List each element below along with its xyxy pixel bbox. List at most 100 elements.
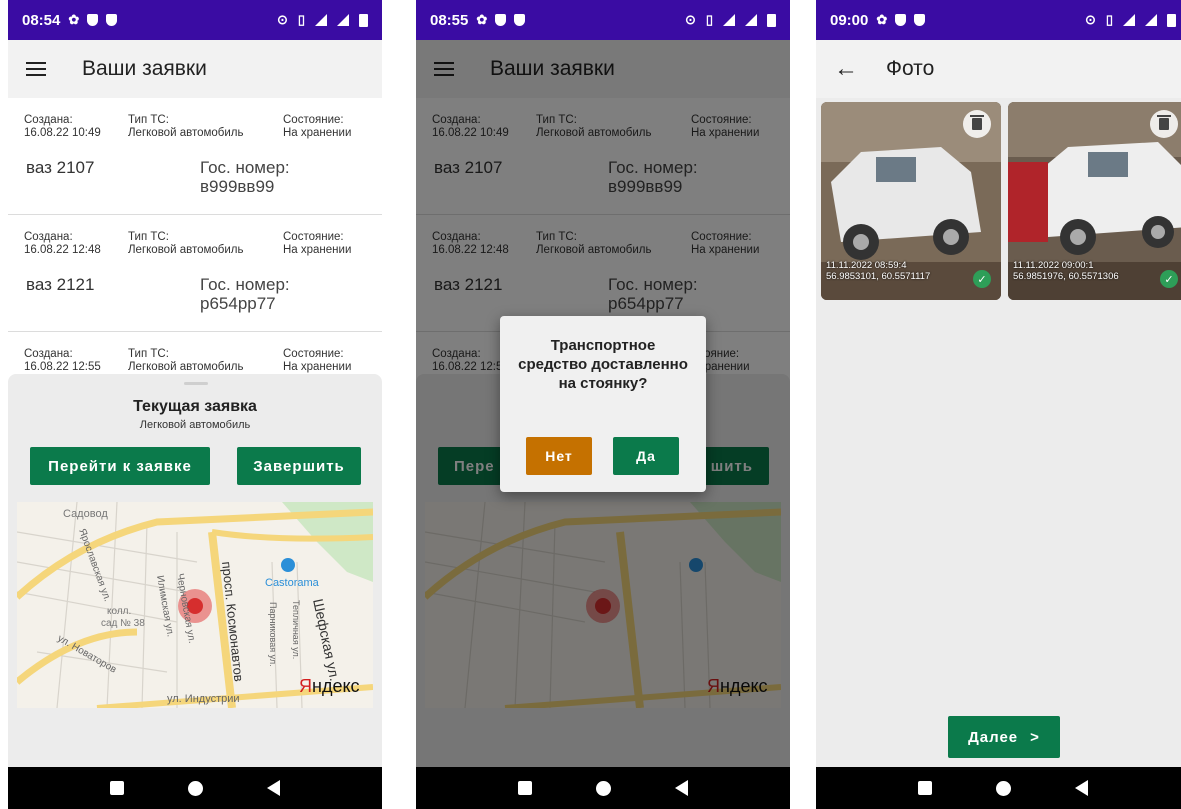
shield-icon (495, 14, 507, 26)
app-bar: Ваши заявки (8, 40, 382, 98)
page-title: Ваши заявки (82, 57, 207, 80)
plate-label: Гос. номер: (200, 158, 290, 177)
vibrate-icon: ▯ (1105, 12, 1113, 27)
drag-handle[interactable] (184, 382, 208, 385)
map-label: ул. Индустрии (167, 693, 240, 705)
plate-value: р654рр77 (200, 294, 276, 313)
created-label: Создана: (24, 348, 73, 360)
recent-apps-icon[interactable] (518, 781, 532, 795)
yes-button[interactable]: Да (613, 437, 679, 475)
type-label: Тип ТС: (128, 231, 169, 243)
sheet-title: Текущая заявка (133, 398, 257, 415)
status-bar: 08:54 ✿ ⊙ ▯ (8, 0, 382, 40)
shield-icon (914, 14, 926, 26)
state-label: Состояние: (283, 231, 344, 243)
status-time: 09:00 (830, 11, 869, 29)
battery-icon (767, 13, 776, 27)
system-nav-bar (816, 767, 1181, 809)
created-value: 16.08.22 12:48 (24, 244, 101, 256)
back-arrow-icon[interactable]: ← (834, 55, 858, 83)
created-label: Создана: (24, 114, 73, 126)
state-label: Состояние: (283, 348, 344, 360)
shield-icon (514, 14, 526, 26)
map-label: Castorama (265, 577, 320, 589)
type-value: Легковой автомобиль (128, 361, 244, 373)
uploaded-check-icon: ✓ (1160, 270, 1178, 288)
shield-icon (87, 14, 99, 26)
uploaded-check-icon: ✓ (973, 270, 991, 288)
finish-button[interactable]: Завершить (237, 447, 361, 485)
photo-caption: 11.11.2022 09:00:1 56.9851976, 60.5571306 (1013, 260, 1119, 282)
recent-apps-icon[interactable] (110, 781, 124, 795)
map-label: Тепличная ул. (291, 600, 301, 659)
back-icon[interactable] (267, 780, 280, 796)
list-item[interactable]: Создана:16.08.22 10:49 Тип ТС:Легковой а… (8, 98, 382, 215)
status-time: 08:54 (22, 11, 61, 29)
screen-requests: 08:54 ✿ ⊙ ▯ Ваши заявки Создана: 16.08.22… (8, 0, 382, 809)
battery-icon (359, 13, 368, 27)
delete-icon[interactable] (1150, 110, 1178, 138)
next-button[interactable]: Далее > (948, 716, 1060, 758)
shield-icon (895, 14, 907, 26)
dialog-question: Транспортное средство доставленно на сто… (518, 337, 688, 392)
gear-icon: ✿ (476, 12, 488, 27)
vibrate-icon: ▯ (297, 12, 305, 27)
screen-requests-dialog: 08:55 ✿ ⊙ ▯ Ваши заявки Создана:16.08.22… (416, 0, 790, 809)
plate-value: в999вв99 (200, 177, 275, 196)
map-label: Садовод (63, 508, 108, 520)
goto-request-button[interactable]: Перейти к заявке (30, 447, 210, 485)
home-icon[interactable] (596, 780, 611, 796)
state-label: Состояние: (283, 114, 344, 126)
back-icon[interactable] (675, 780, 688, 796)
plate-label: Гос. номер: (200, 275, 290, 294)
state-value: На хранении (283, 361, 352, 373)
plate: Гос. номер:в999вв99 (200, 158, 290, 196)
delivery-confirm-dialog: Транспортное средство доставленно на сто… (500, 316, 706, 492)
map-label: колл. (107, 606, 131, 617)
back-icon[interactable] (1075, 780, 1088, 796)
photo-thumbnail[interactable]: 11.11.2022 09:00:1 56.9851976, 60.5571306… (1008, 102, 1181, 300)
location-icon: ⊙ (276, 12, 288, 27)
wifi-icon (1123, 14, 1135, 26)
next-label: Далее (968, 728, 1019, 746)
system-nav-bar (416, 767, 790, 809)
no-button[interactable]: Нет (526, 437, 592, 475)
created-value: 16.08.22 12:55 (24, 361, 101, 373)
delete-icon[interactable] (963, 110, 991, 138)
wifi-icon (723, 14, 735, 26)
home-icon[interactable] (996, 780, 1011, 796)
current-request-sheet[interactable]: Текущая заявка Легковой автомобиль Перей… (8, 374, 382, 767)
shield-icon (106, 14, 118, 26)
gear-icon: ✿ (876, 12, 888, 27)
cell-signal-icon (745, 14, 757, 26)
location-icon: ⊙ (1084, 12, 1096, 27)
cell-signal-icon (337, 14, 349, 26)
state-value: На хранении (283, 127, 352, 139)
battery-icon (1167, 13, 1176, 27)
map-label: Парниковая ул. (268, 602, 278, 667)
menu-icon[interactable] (26, 62, 46, 76)
map-view[interactable]: Садовод Ярославская ул. Илимская ул. Чер… (17, 502, 373, 708)
status-time: 08:55 (430, 11, 469, 29)
wifi-icon (315, 14, 327, 26)
page-title: Фото (886, 57, 935, 80)
list-item[interactable]: Создана:16.08.22 12:48 Тип ТС:Легковой а… (8, 215, 382, 332)
plate: Гос. номер:р654рр77 (200, 275, 290, 313)
vehicle-model: ваз 2107 (26, 158, 95, 177)
system-nav-bar (8, 767, 382, 809)
recent-apps-icon[interactable] (918, 781, 932, 795)
photo-thumbnail[interactable]: 11.11.2022 08:59:4 56.9853101, 60.5571117… (821, 102, 1001, 300)
screen-photos: 09:00 ✿ ⊙ ▯ ← Фото 11.11.2022 08:59:4 56… (816, 0, 1181, 809)
status-bar: 08:55 ✿ ⊙ ▯ (416, 0, 790, 40)
state-value: На хранении (283, 244, 352, 256)
type-value: Легковой автомобиль (128, 244, 244, 256)
vibrate-icon: ▯ (705, 12, 713, 27)
created-label: Создана: (24, 231, 73, 243)
status-bar: 09:00 ✿ ⊙ ▯ (816, 0, 1181, 40)
type-value: Легковой автомобиль (128, 127, 244, 139)
photo-caption: 11.11.2022 08:59:4 56.9853101, 60.5571117 (826, 260, 931, 282)
home-icon[interactable] (188, 780, 203, 796)
cell-signal-icon (1145, 14, 1157, 26)
map-label: сад № 38 (101, 618, 145, 629)
sheet-subtitle: Легковой автомобиль (139, 419, 251, 431)
